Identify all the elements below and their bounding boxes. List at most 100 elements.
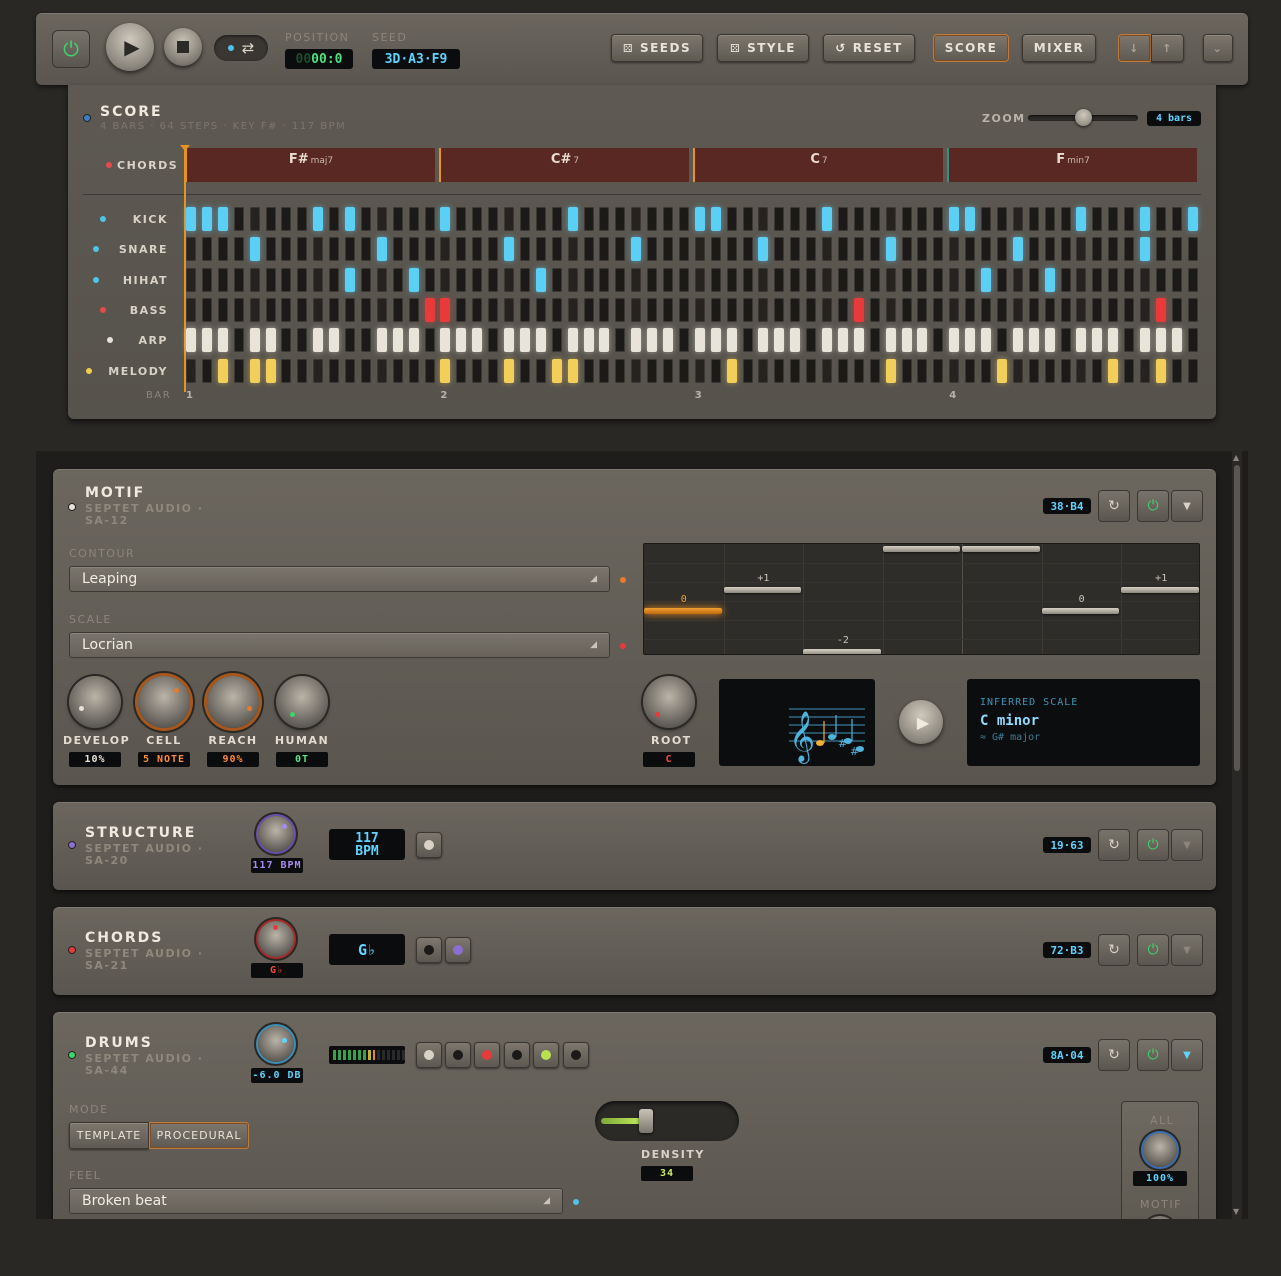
- step-cell[interactable]: [392, 297, 403, 322]
- step-cell[interactable]: [249, 267, 260, 292]
- step-cell[interactable]: [710, 207, 721, 231]
- step-cell[interactable]: [281, 237, 292, 262]
- step-cell[interactable]: [265, 358, 276, 383]
- step-cell[interactable]: [329, 267, 340, 292]
- mode-procedural-button[interactable]: PROCEDURAL: [149, 1122, 249, 1149]
- step-cell[interactable]: [472, 237, 483, 262]
- step-cell[interactable]: [965, 207, 976, 231]
- step-cell[interactable]: [249, 358, 260, 383]
- chords-power-button[interactable]: ⏻: [1137, 934, 1169, 966]
- step-cell[interactable]: [1028, 237, 1039, 262]
- step-cell[interactable]: [376, 297, 387, 322]
- step-cell[interactable]: [837, 237, 848, 262]
- step-cell[interactable]: [551, 328, 562, 353]
- step-cell[interactable]: [1044, 358, 1055, 383]
- step-cell[interactable]: [249, 237, 260, 262]
- step-cell[interactable]: [186, 328, 196, 353]
- step-cell[interactable]: [774, 328, 785, 353]
- contour-note[interactable]: [882, 546, 961, 552]
- step-cell[interactable]: [774, 237, 785, 262]
- motif-reroll-button[interactable]: ↻: [1098, 490, 1130, 522]
- step-cell[interactable]: [201, 297, 212, 322]
- step-cell[interactable]: [519, 328, 530, 353]
- step-cell[interactable]: [806, 297, 817, 322]
- step-cell[interactable]: [615, 207, 626, 231]
- step-cell[interactable]: [392, 237, 403, 262]
- step-cell[interactable]: [456, 297, 467, 322]
- step-cell[interactable]: [392, 207, 403, 231]
- step-cell[interactable]: [885, 237, 896, 262]
- step-cell[interactable]: [1076, 267, 1087, 292]
- step-cell[interactable]: [837, 297, 848, 322]
- step-cell[interactable]: [1028, 328, 1039, 353]
- step-cell[interactable]: [1140, 267, 1150, 292]
- collapse-button[interactable]: ⌄: [1203, 34, 1233, 62]
- step-cell[interactable]: [965, 328, 976, 353]
- step-cell[interactable]: [742, 328, 753, 353]
- step-cell[interactable]: [981, 358, 991, 383]
- scroll-down-arrow[interactable]: ▼: [1233, 1207, 1239, 1216]
- step-cell[interactable]: [1171, 267, 1182, 292]
- step-cell[interactable]: [1012, 328, 1023, 353]
- step-cell[interactable]: [917, 207, 928, 231]
- step-cell[interactable]: [710, 297, 721, 322]
- step-cell[interactable]: [694, 267, 705, 292]
- step-cell[interactable]: [265, 297, 276, 322]
- all-send-knob[interactable]: [1143, 1133, 1177, 1167]
- step-cell[interactable]: [1076, 207, 1087, 231]
- step-cell[interactable]: [504, 237, 514, 262]
- step-cell[interactable]: [472, 207, 483, 231]
- step-cell[interactable]: [456, 237, 467, 262]
- step-cell[interactable]: [329, 328, 340, 353]
- density-slider-thumb[interactable]: [639, 1109, 653, 1133]
- step-cell[interactable]: [1124, 358, 1135, 383]
- step-cell[interactable]: [217, 267, 228, 292]
- download-button[interactable]: ↓: [1118, 34, 1151, 62]
- step-cell[interactable]: [360, 207, 371, 231]
- step-cell[interactable]: [678, 328, 689, 353]
- step-cell[interactable]: [408, 207, 419, 231]
- step-cell[interactable]: [1155, 328, 1166, 353]
- step-cell[interactable]: [726, 328, 737, 353]
- step-cell[interactable]: [424, 328, 435, 353]
- motif-knob-develop[interactable]: [69, 676, 121, 728]
- step-cell[interactable]: [758, 297, 769, 322]
- step-cell[interactable]: [424, 358, 435, 383]
- step-cell[interactable]: [933, 207, 944, 231]
- step-cell[interactable]: [1155, 358, 1166, 383]
- step-cell[interactable]: [758, 267, 769, 292]
- step-cell[interactable]: [1012, 207, 1023, 231]
- step-cell[interactable]: [981, 328, 991, 353]
- step-cell[interactable]: [488, 358, 499, 383]
- step-cell[interactable]: [758, 237, 769, 262]
- step-cell[interactable]: [424, 207, 435, 231]
- step-cell[interactable]: [599, 358, 610, 383]
- step-cell[interactable]: [806, 328, 817, 353]
- step-cell[interactable]: [710, 358, 721, 383]
- step-cell[interactable]: [726, 297, 737, 322]
- step-cell[interactable]: [981, 207, 991, 231]
- step-cell[interactable]: [376, 328, 387, 353]
- step-cell[interactable]: [201, 237, 212, 262]
- step-cell[interactable]: [1155, 297, 1166, 322]
- step-cell[interactable]: [885, 358, 896, 383]
- step-cell[interactable]: [726, 267, 737, 292]
- step-cell[interactable]: [901, 328, 912, 353]
- step-cell[interactable]: [726, 358, 737, 383]
- step-cell[interactable]: [996, 267, 1007, 292]
- step-cell[interactable]: [1171, 358, 1182, 383]
- step-cell[interactable]: [392, 267, 403, 292]
- step-cell[interactable]: [376, 358, 387, 383]
- density-slider[interactable]: [595, 1101, 739, 1141]
- step-cell[interactable]: [599, 207, 610, 231]
- step-cell[interactable]: [345, 267, 355, 292]
- step-cell[interactable]: [837, 358, 848, 383]
- step-cell[interactable]: [583, 328, 594, 353]
- contour-note[interactable]: [1121, 587, 1199, 593]
- step-cell[interactable]: [519, 267, 530, 292]
- step-cell[interactable]: [663, 328, 673, 353]
- structure-collapse-button[interactable]: ▼: [1171, 829, 1203, 861]
- step-cell[interactable]: [1187, 328, 1198, 353]
- step-cell[interactable]: [408, 358, 419, 383]
- step-cell[interactable]: [615, 267, 626, 292]
